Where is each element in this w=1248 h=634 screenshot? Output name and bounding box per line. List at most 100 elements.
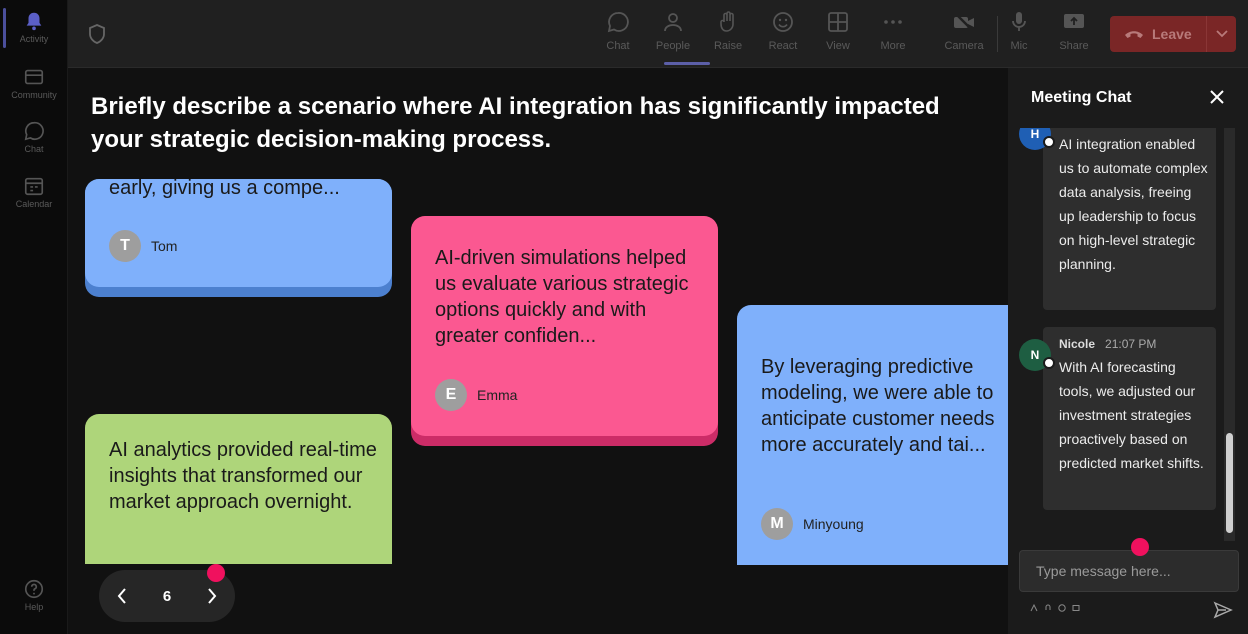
author-name: Emma [477, 387, 518, 403]
rail-item-help[interactable]: Help [0, 578, 68, 612]
chat-icon [24, 121, 44, 141]
toolbar-chat-button[interactable]: Chat [591, 10, 645, 52]
page-number: 6 [162, 587, 172, 605]
meeting-toolbar: Chat People Raise React View More Camera… [68, 0, 1248, 68]
note-text: early, giving us a compe... [109, 179, 340, 199]
avatar: N [1019, 339, 1055, 371]
smile-icon [773, 12, 793, 32]
toolbar-raise-button[interactable]: Raise [701, 10, 755, 52]
author-name: Tom [151, 238, 178, 254]
more-icon [884, 20, 902, 24]
people-icon [664, 13, 682, 32]
rail-label-community: Community [11, 90, 57, 100]
toolbar-view-button[interactable]: View [811, 10, 865, 52]
grid-icon [828, 12, 848, 32]
rail-item-chat[interactable]: Chat [0, 120, 68, 154]
toolbar-chat-label: Chat [606, 40, 630, 52]
rail-label-chat: Chat [24, 144, 44, 154]
chat-title: Meeting Chat [1031, 89, 1132, 106]
toolbar-react-button[interactable]: React [756, 10, 810, 52]
chat-message-input[interactable] [1019, 550, 1239, 592]
stage: Briefly describe a scenario where AI int… [68, 68, 1008, 634]
gif-icon[interactable] [1072, 604, 1080, 612]
leave-main[interactable]: Leave [1110, 26, 1206, 42]
camera-off-icon [954, 12, 974, 32]
message-header: Nicole 21:07 PM [1059, 337, 1156, 351]
note-text: By leveraging predictive modeling, we we… [761, 356, 995, 456]
note-text: AI-driven simulations helped us evaluate… [435, 247, 689, 347]
send-icon[interactable] [1213, 600, 1233, 620]
calendar-icon [24, 177, 44, 196]
chevron-right-icon [208, 588, 217, 604]
note-card-green[interactable]: AI analytics provided real-time insights… [85, 414, 392, 564]
message-time: 21:07 PM [1105, 337, 1157, 351]
status-indicator [1043, 136, 1055, 148]
app-rail: Activity Community Chat Calendar Help [0, 0, 68, 634]
message-input[interactable] [1020, 551, 1238, 591]
share-screen-icon [1064, 14, 1084, 28]
avatar-initial: H [1030, 128, 1040, 141]
toolbar-active-indicator [664, 62, 710, 65]
toolbar-mic-button[interactable]: Mic [992, 10, 1046, 52]
toolbar-camera-label: Camera [944, 40, 984, 52]
shield-icon[interactable] [88, 24, 106, 44]
toolbar-more-button[interactable]: More [866, 10, 920, 52]
rail-item-community[interactable]: Community [0, 66, 68, 100]
format-icon[interactable] [1030, 604, 1038, 612]
avatar: E [435, 379, 467, 411]
avatar-initial: N [1030, 348, 1040, 362]
pointer-dot [1131, 538, 1149, 556]
chevron-left-icon [117, 588, 126, 604]
toolbar-people-button[interactable]: People [646, 10, 700, 52]
prev-page-button[interactable] [99, 570, 145, 622]
note-card-tom[interactable]: early, giving us a compe... T Tom [85, 179, 392, 297]
meeting-chat-panel: Meeting Chat AI integration enabled us t… [1008, 68, 1248, 634]
toolbar-react-label: React [768, 40, 798, 52]
pointer-dot [207, 564, 225, 582]
raise-hand-icon [720, 11, 734, 32]
chat-messages: AI integration enabled us to automate co… [1008, 128, 1248, 540]
question-title: Briefly describe a scenario where AI int… [91, 93, 940, 153]
bell-icon [26, 12, 42, 31]
note-card-emma[interactable]: AI-driven simulations helped us evaluate… [411, 216, 718, 446]
toolbar-share-label: Share [1059, 40, 1089, 52]
note-author: M Minyoung [761, 508, 864, 540]
toolbar-people-label: People [655, 40, 691, 52]
toolbar-raise-label: Raise [713, 40, 743, 52]
rail-item-activity[interactable]: Activity [0, 10, 68, 44]
toolbar-view-label: View [826, 40, 850, 52]
chat-icon [607, 12, 629, 33]
note-card-minyoung[interactable]: By leveraging predictive modeling, we we… [737, 305, 1008, 565]
leave-button[interactable]: Leave [1110, 16, 1236, 52]
avatar: H [1019, 128, 1055, 150]
leave-options-button[interactable] [1206, 16, 1236, 52]
rail-label-calendar: Calendar [15, 199, 53, 209]
chat-scrollbar[interactable] [1224, 128, 1235, 541]
chat-message: Nicole 21:07 PM With AI forecasting tool… [1043, 327, 1216, 510]
community-icon [24, 69, 44, 85]
chat-message: AI integration enabled us to automate co… [1043, 128, 1216, 310]
toolbar-camera-button[interactable]: Camera [937, 10, 991, 52]
rail-label-activity: Activity [19, 34, 49, 44]
note-author: E Emma [435, 379, 517, 411]
close-icon[interactable] [1208, 88, 1226, 106]
toolbar-share-button[interactable]: Share [1047, 10, 1101, 52]
chat-format-tools [1030, 604, 1080, 612]
rail-item-calendar[interactable]: Calendar [0, 175, 68, 209]
leave-label: Leave [1152, 26, 1192, 42]
avatar: M [761, 508, 793, 540]
toolbar-mic-label: Mic [1010, 40, 1028, 52]
avatar: T [109, 230, 141, 262]
message-text: AI integration enabled us to automate co… [1059, 136, 1208, 272]
note-text: AI analytics provided real-time insights… [109, 439, 377, 513]
message-text: With AI forecasting tools, we adjusted o… [1059, 359, 1204, 471]
rail-label-help: Help [24, 602, 44, 612]
status-indicator [1043, 357, 1055, 369]
toolbar-more-label: More [880, 40, 906, 52]
sender-name: Nicole [1059, 337, 1096, 351]
attach-icon[interactable] [1044, 604, 1052, 612]
phone-hangup-icon [1125, 31, 1143, 38]
chevron-down-icon [1215, 30, 1228, 38]
emoji-icon[interactable] [1058, 604, 1066, 612]
scrollbar-thumb[interactable] [1226, 433, 1233, 533]
